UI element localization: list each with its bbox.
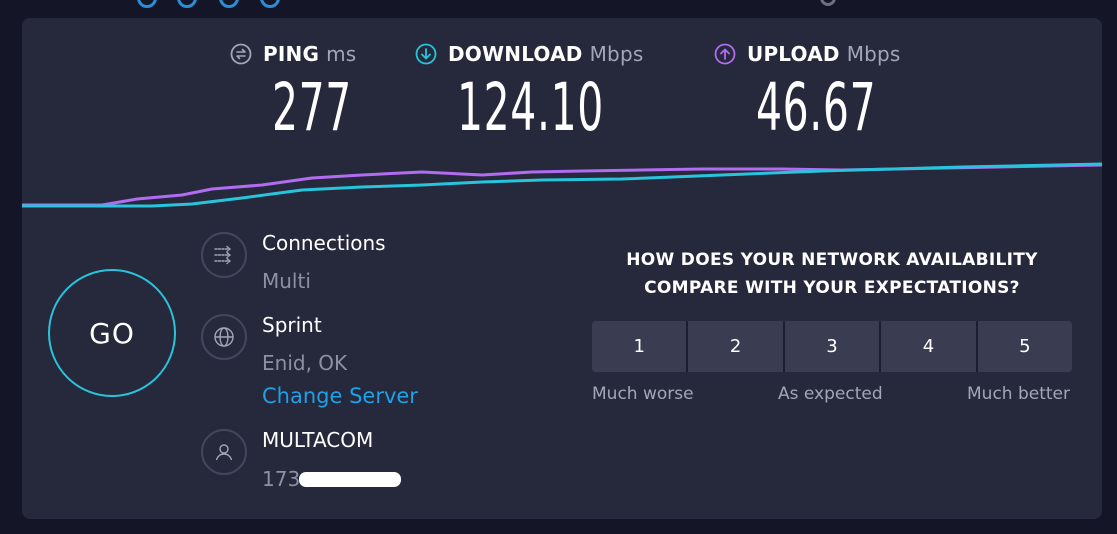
go-button-label: GO [89,316,135,350]
go-button[interactable]: GO [48,269,176,397]
download-arrow-icon [415,43,437,65]
rating-option-4[interactable]: 4 [881,321,976,372]
upload-arrow-icon [714,43,736,65]
top-bar [0,0,1117,18]
change-server-link[interactable]: Change Server [262,384,418,408]
rating-label-high: Much better [967,384,1070,404]
upload-value: 46.67 [756,69,877,146]
connections-value: Multi [262,269,311,293]
nav-dot-icon [820,0,836,6]
ping-value: 277 [272,69,352,146]
speed-graph [22,162,1102,208]
ping-unit: ms [326,42,357,66]
connections-title: Connections [262,231,386,255]
provider-ip: 173 [262,467,301,491]
globe-icon [201,314,247,360]
provider-name: MULTACOM [262,428,374,452]
ping-header: PING ms [230,40,356,68]
rating-scale: 1 2 3 4 5 [592,321,1072,372]
connections-glyph [214,245,232,265]
nav-dot-icon [260,0,280,8]
nav-dot-icon [177,0,197,8]
user-icon [201,429,247,475]
ip-redaction [299,472,401,487]
nav-dot-icon [137,0,157,8]
ping-label: PING [263,42,320,66]
download-label: DOWNLOAD [448,42,583,66]
rating-option-5[interactable]: 5 [977,321,1072,372]
rating-label-low: Much worse [592,384,694,404]
upload-header: UPLOAD Mbps [714,40,901,68]
connections-icon [201,232,247,278]
user-glyph [215,444,233,461]
upload-speed-line [22,163,1102,207]
rating-option-3[interactable]: 3 [784,321,880,372]
globe-glyph [214,327,234,347]
download-unit: Mbps [589,42,644,66]
survey-question: HOW DOES YOUR NETWORK AVAILABILITY COMPA… [592,246,1072,302]
upload-label: UPLOAD [747,42,840,66]
rating-option-1[interactable]: 1 [592,321,687,372]
survey-question-line1: HOW DOES YOUR NETWORK AVAILABILITY [626,250,1038,270]
download-header: DOWNLOAD Mbps [415,40,643,68]
survey-question-line2: COMPARE WITH YOUR EXPECTATIONS? [644,278,1020,298]
server-name: Sprint [262,313,322,337]
speedtest-card: PING ms 277 DOWNLOAD Mbps 124.10 UPLOAD … [22,18,1102,519]
rating-label-mid: As expected [778,384,883,404]
ping-icon [230,43,252,65]
rating-option-2[interactable]: 2 [688,321,783,372]
nav-dot-icon [219,0,239,8]
download-value: 124.10 [457,69,604,146]
upload-unit: Mbps [846,42,901,66]
server-location: Enid, OK [262,351,348,375]
